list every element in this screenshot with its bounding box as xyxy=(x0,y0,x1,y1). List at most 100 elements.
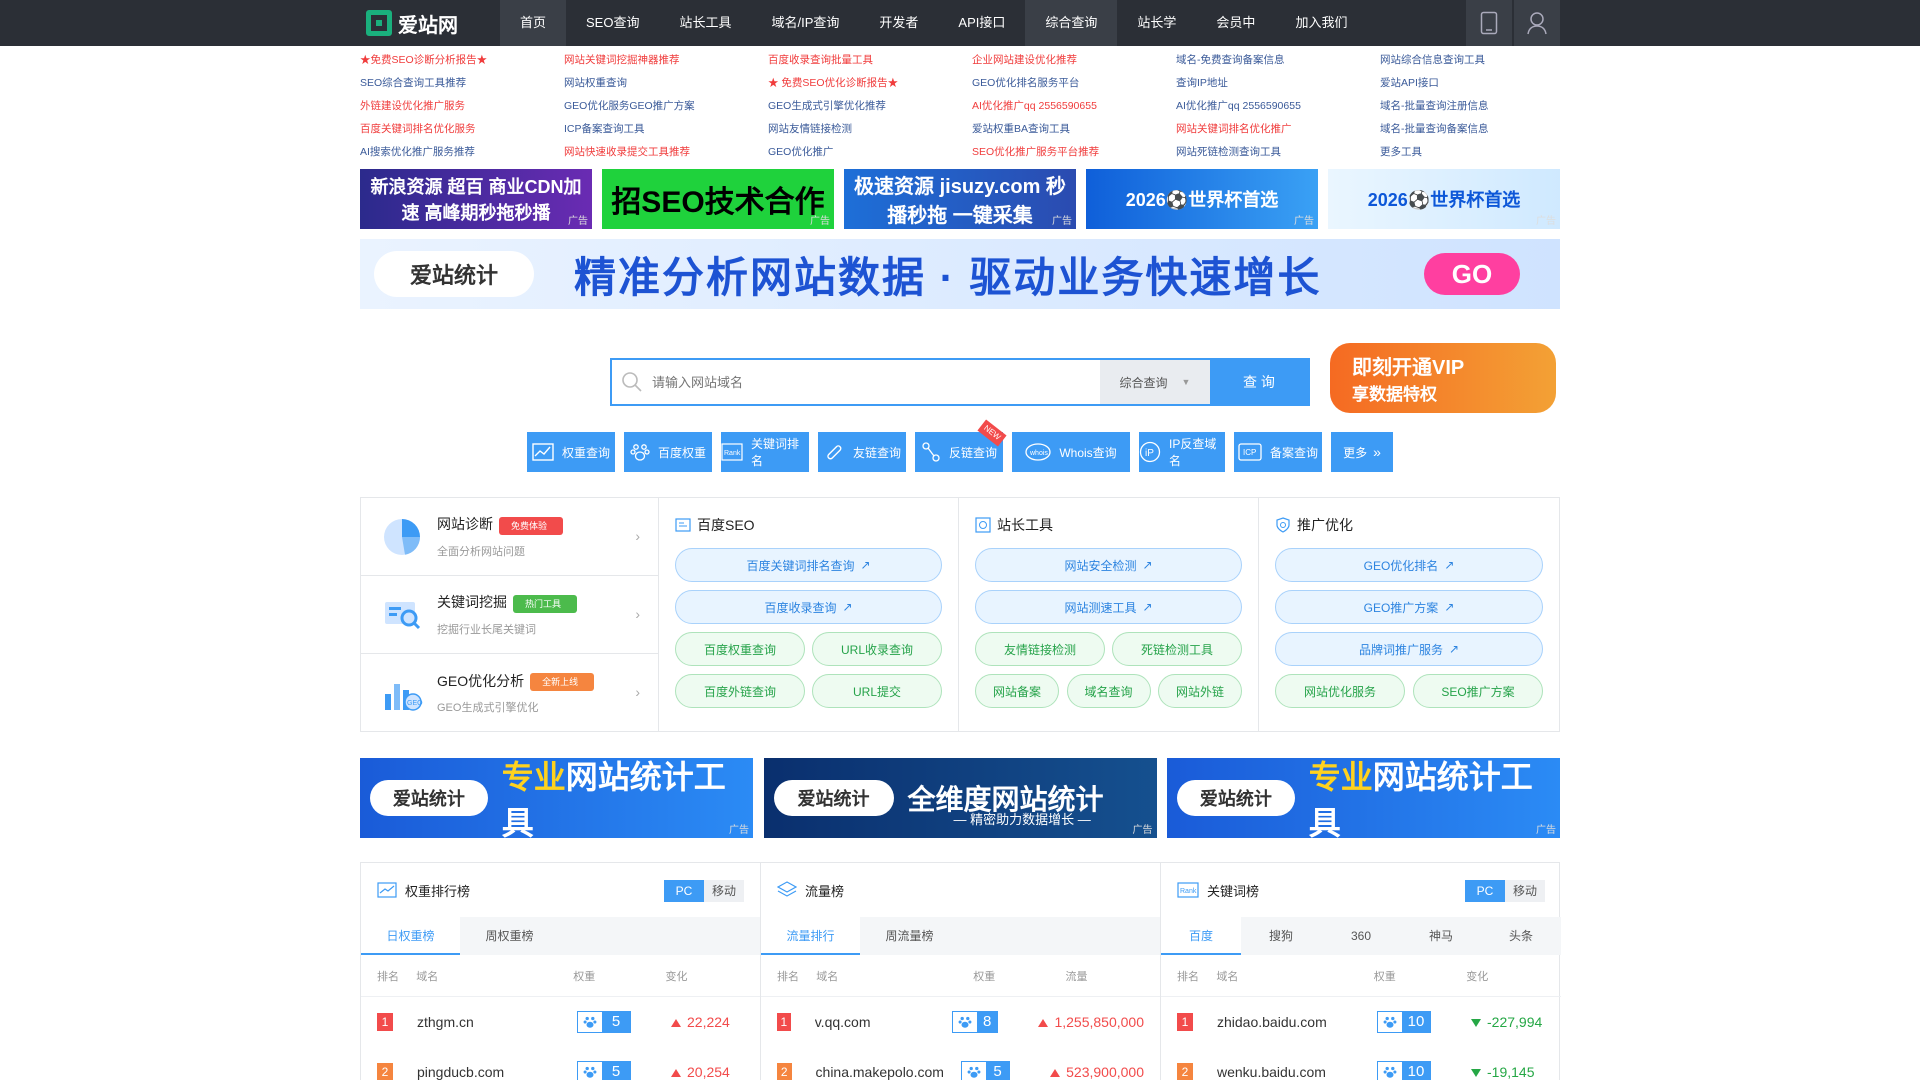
rank-domain[interactable]: zhidao.baidu.com xyxy=(1217,1014,1377,1030)
nav-item[interactable]: 站长工具 xyxy=(659,0,751,46)
tool-button-4[interactable]: 友链查询 xyxy=(818,432,906,472)
stats-ad-banner[interactable]: 爱站统计 全维度网站统计 — 精密助力数据增长 — 广告 xyxy=(763,758,1157,838)
rank-row[interactable]: 2 china.makepolo.com 5 523,900,000 xyxy=(761,1047,1160,1080)
rank-tab[interactable]: 搜狗 xyxy=(1241,917,1321,955)
tool-button-7[interactable]: iP IP反查域名 xyxy=(1139,432,1225,472)
tool-button-1[interactable]: 权重查询 xyxy=(527,432,615,472)
search-button[interactable]: 查 询 xyxy=(1210,360,1308,404)
rank-domain[interactable]: pingducb.com xyxy=(417,1064,577,1080)
quick-link[interactable]: 网站死链检测查询工具 xyxy=(1176,144,1380,167)
feature-link-secondary[interactable]: 网站优化服务 xyxy=(1275,674,1405,708)
quick-link[interactable]: 查询IP地址 xyxy=(1176,75,1380,98)
quick-link[interactable]: AI优化推广qq 2556590655 xyxy=(1176,98,1380,121)
rank-tab[interactable]: 头条 xyxy=(1481,917,1561,955)
quick-link[interactable]: 网站综合信息查询工具 xyxy=(1380,52,1584,75)
rank-tab[interactable]: 百度 xyxy=(1161,917,1241,955)
rank-row[interactable]: 1 zthgm.cn 5 22,224 xyxy=(361,997,760,1047)
tool-button-3[interactable]: Rank 关键词排名 xyxy=(721,432,809,472)
ad-banner[interactable]: 2026⚽世界杯首选 广告 xyxy=(1086,169,1318,229)
feature-link-secondary[interactable]: 百度权重查询 xyxy=(675,632,805,666)
tool-button-6[interactable]: whois Whois查询 xyxy=(1012,432,1130,472)
feature-link-primary[interactable]: GEO推广方案 ↗ xyxy=(1275,590,1543,624)
feature-link-secondary[interactable]: 友情链接检测 xyxy=(975,632,1105,666)
quick-link[interactable]: 外链建设优化推广服务 xyxy=(360,98,564,121)
banner-go-button[interactable]: GO xyxy=(1424,253,1520,295)
tool-button-2[interactable]: 百度权重 xyxy=(624,432,712,472)
quick-link[interactable]: 百度收录查询批量工具 xyxy=(768,52,972,75)
feature-link-secondary[interactable]: 死链检测工具 xyxy=(1112,632,1242,666)
quick-link[interactable]: AI搜索优化推广服务推荐 xyxy=(360,144,564,167)
feature-link-secondary[interactable]: 百度外链查询 xyxy=(675,674,805,708)
stats-banner[interactable]: 爱站统计 精准分析网站数据 · 驱动业务快速增长 GO xyxy=(360,239,1560,309)
tablet-icon[interactable] xyxy=(1466,0,1512,46)
quick-link[interactable]: GEO优化服务GEO推广方案 xyxy=(564,98,768,121)
nav-item[interactable]: 域名/IP查询 xyxy=(752,0,860,46)
feature-item[interactable]: 网站诊断 免费体验 全面分析网站问题 › xyxy=(361,498,658,576)
site-logo[interactable]: 爱站网 xyxy=(366,9,458,37)
quick-link[interactable]: 爱站权重BA查询工具 xyxy=(972,121,1176,144)
rank-domain[interactable]: china.makepolo.com xyxy=(816,1064,961,1080)
quick-link[interactable]: 更多工具 xyxy=(1380,144,1584,167)
nav-item[interactable]: 站长学 xyxy=(1117,0,1196,46)
rank-row[interactable]: 2 wenku.baidu.com 10 -19,145 xyxy=(1161,1047,1561,1080)
tool-button-8[interactable]: ICP 备案查询 xyxy=(1234,432,1322,472)
feature-link-secondary[interactable]: 网站备案 xyxy=(975,674,1059,708)
rank-tab[interactable]: 神马 xyxy=(1401,917,1481,955)
quick-link[interactable]: GEO优化排名服务平台 xyxy=(972,75,1176,98)
quick-link[interactable]: GEO优化推广 xyxy=(768,144,972,167)
search-type-select[interactable]: 综合查询 ▼ xyxy=(1100,360,1210,404)
user-icon[interactable] xyxy=(1514,0,1560,46)
feature-item[interactable]: GEO GEO优化分析 全新上线 GEO生成式引擎优化 › xyxy=(361,654,658,732)
quick-link[interactable]: SEO综合查询工具推荐 xyxy=(360,75,564,98)
feature-link-secondary[interactable]: 网站外链 xyxy=(1158,674,1242,708)
nav-item[interactable]: 会员中 xyxy=(1196,0,1275,46)
rank-domain[interactable]: zthgm.cn xyxy=(417,1014,577,1030)
quick-link[interactable]: 网站友情链接检测 xyxy=(768,121,972,144)
search-input[interactable] xyxy=(652,360,1100,404)
nav-item[interactable]: API接口 xyxy=(938,0,1025,46)
toggle-option[interactable]: 移动 xyxy=(1505,880,1545,902)
feature-link-primary[interactable]: 网站安全检测 ↗ xyxy=(975,548,1242,582)
quick-link[interactable]: 网站关键词挖掘神器推荐 xyxy=(564,52,768,75)
toggle-option[interactable]: 移动 xyxy=(704,880,744,902)
rank-row[interactable]: 1 zhidao.baidu.com 10 -227,994 xyxy=(1161,997,1561,1047)
quick-link[interactable]: 域名-批量查询备案信息 xyxy=(1380,121,1584,144)
rank-row[interactable]: 2 pingducb.com 5 20,254 xyxy=(361,1047,760,1080)
tool-button-9[interactable]: 更多 » xyxy=(1331,432,1393,472)
ad-banner[interactable]: 极速资源 jisuzy.com 秒播秒拖 一键采集 广告 xyxy=(844,169,1076,229)
rank-tab[interactable]: 流量排行 xyxy=(761,917,860,955)
quick-link[interactable]: SEO优化推广服务平台推荐 xyxy=(972,144,1176,167)
quick-link[interactable]: 域名-免费查询备案信息 xyxy=(1176,52,1380,75)
quick-link[interactable]: ★ 免费SEO优化诊断报告★ xyxy=(768,75,972,98)
toggle-option[interactable]: PC xyxy=(1465,880,1505,902)
ad-banner[interactable]: 招SEO技术合作 广告 xyxy=(602,169,834,229)
quick-link[interactable]: 爱站API接口 xyxy=(1380,75,1584,98)
rank-tab[interactable]: 周流量榜 xyxy=(860,917,959,955)
stats-ad-banner[interactable]: 爱站统计 专业网站统计工具 广告 xyxy=(1167,758,1560,838)
feature-link-primary[interactable]: 品牌词推广服务 ↗ xyxy=(1275,632,1543,666)
rank-row[interactable]: 1 v.qq.com 8 1,255,850,000 xyxy=(761,997,1160,1047)
feature-link-secondary[interactable]: SEO推广方案 xyxy=(1413,674,1543,708)
quick-link[interactable]: AI优化推广qq 2556590655 xyxy=(972,98,1176,121)
ad-banner[interactable]: 2026⚽世界杯首选 广告 xyxy=(1328,169,1560,229)
nav-item[interactable]: 开发者 xyxy=(859,0,938,46)
quick-link[interactable]: 网站关键词排名优化推广 xyxy=(1176,121,1380,144)
quick-link[interactable]: 百度关键词排名优化服务 xyxy=(360,121,564,144)
rank-domain[interactable]: v.qq.com xyxy=(815,1014,952,1030)
rank-tab[interactable]: 周权重榜 xyxy=(460,917,559,955)
feature-link-secondary[interactable]: URL提交 xyxy=(812,674,942,708)
quick-link[interactable]: 网站权重查询 xyxy=(564,75,768,98)
feature-link-secondary[interactable]: URL收录查询 xyxy=(812,632,942,666)
feature-link-primary[interactable]: 百度收录查询 ↗ xyxy=(675,590,942,624)
nav-item[interactable]: 首页 xyxy=(500,0,567,46)
quick-link[interactable]: 网站快速收录提交工具推荐 xyxy=(564,144,768,167)
nav-item[interactable]: 综合查询 xyxy=(1025,0,1118,46)
quick-link[interactable]: GEO生成式引擎优化推荐 xyxy=(768,98,972,121)
vip-promo[interactable]: 即刻开通VIP 享数据特权 xyxy=(1330,343,1556,413)
nav-item[interactable]: SEO查询 xyxy=(566,0,659,46)
ad-banner[interactable]: 新浪资源 超百 商业CDN加速 高峰期秒拖秒播 广告 xyxy=(360,169,592,229)
feature-link-secondary[interactable]: 域名查询 xyxy=(1066,674,1151,708)
rank-tab[interactable]: 日权重榜 xyxy=(361,917,460,955)
feature-link-primary[interactable]: 网站测速工具 ↗ xyxy=(975,590,1242,624)
feature-item[interactable]: 关键词挖掘 热门工具 挖掘行业长尾关键词 › xyxy=(361,576,658,654)
